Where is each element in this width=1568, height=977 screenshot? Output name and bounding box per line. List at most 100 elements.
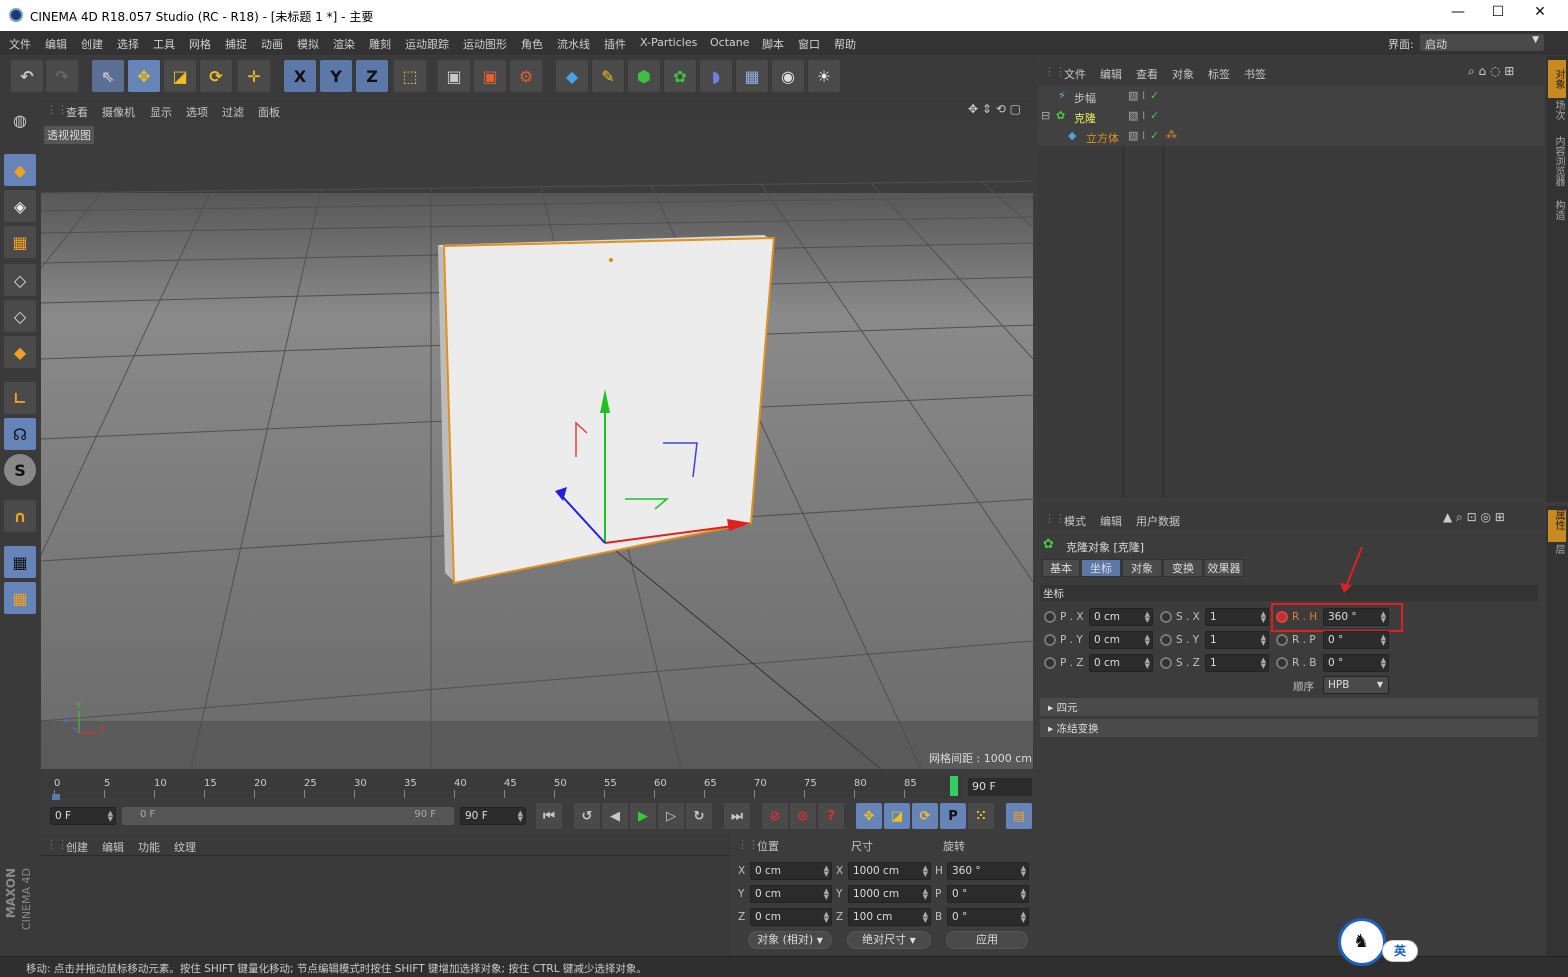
light-icon[interactable]: ☀ [808,60,840,92]
deformer-icon[interactable]: ◗ [700,60,732,92]
timeline-playhead[interactable] [950,776,958,796]
side-tab-objects[interactable]: 对象 [1548,60,1566,98]
rp-keyframe-radio[interactable] [1276,634,1288,646]
om-menu-view[interactable]: 查看 [1136,66,1158,82]
menu-pipeline[interactable]: 流水线 [557,36,590,52]
live-select-icon[interactable]: ✛ [238,60,270,92]
edges-mode-icon[interactable]: ◇ [4,300,36,332]
viewport-menu-options[interactable]: 选项 [186,104,208,120]
cube-primitive-icon[interactable]: ◆ [556,60,588,92]
viewport-menu-filter[interactable]: 过滤 [222,104,244,120]
coord-position-field[interactable]: 0 cm ▲ ▼ [750,862,832,880]
render-view-icon[interactable]: ▣ [438,60,470,92]
pz-keyframe-radio[interactable] [1044,657,1056,669]
render-picture-viewer-icon[interactable]: ▣ [474,60,506,92]
sy-keyframe-radio[interactable] [1160,634,1172,646]
py-keyframe-radio[interactable] [1044,634,1056,646]
object-name[interactable]: 克隆 [1074,110,1096,126]
undo-icon[interactable]: ↶ [11,60,43,92]
coord-size-field[interactable]: 1000 cm ▲ ▼ [848,862,931,880]
minimize-button[interactable]: — [1438,4,1478,26]
ime-avatar[interactable]: ♞ [1338,918,1386,966]
menu-octane[interactable]: Octane [710,36,750,49]
workplane-align-icon[interactable]: ▦ [4,582,36,614]
group-quaternion[interactable]: ▸ 四元 [1040,698,1538,716]
make-editable-icon[interactable]: ◍ [4,104,36,136]
side-tab-structure[interactable]: 构造 [1548,200,1566,230]
tab-effectors[interactable]: 效果器 [1204,559,1244,577]
next-key-icon[interactable]: ↻ [686,803,712,829]
solo-button[interactable]: S [4,454,36,486]
play-icon[interactable]: ▶ [630,803,656,829]
enable-axis-icon[interactable]: ∟ [4,382,36,414]
rb-field[interactable]: 0 ° ▲ ▼ [1323,654,1389,672]
viewport-menu-panel[interactable]: 面板 [258,104,280,120]
enabled-check-icon[interactable]: ✓ [1150,109,1159,122]
mat-menu-create[interactable]: 创建 [66,839,88,855]
viewport-nav-icons[interactable]: ✥ ⇕ ⟲ ▢ [968,102,1021,116]
close-button[interactable]: ✕ [1520,4,1560,26]
menu-animate[interactable]: 动画 [261,36,283,52]
px-field[interactable]: 0 cm ▲ ▼ [1089,608,1153,626]
side-tab-takes[interactable]: 场次 [1548,100,1566,134]
points-mode-icon[interactable]: ◇ [4,264,36,296]
sy-field[interactable]: 1 ▲ ▼ [1205,631,1269,649]
key-pla-icon[interactable]: ⁙ [968,803,994,829]
coord-rotation-field[interactable]: 0 ° ▲ ▼ [947,885,1029,903]
select-tool-icon[interactable]: ⇖ [92,60,124,92]
attr-menu-edit[interactable]: 编辑 [1100,513,1122,529]
tweak-mode-icon[interactable]: ☊ [4,418,36,450]
menu-mesh[interactable]: 网格 [189,36,211,52]
px-keyframe-radio[interactable] [1044,611,1056,623]
tab-coord[interactable]: 坐标 [1081,559,1121,577]
menu-script[interactable]: 脚本 [762,36,784,52]
menu-create[interactable]: 创建 [81,36,103,52]
key-rotation-icon[interactable]: ⟳ [912,803,938,829]
view-name-label[interactable]: 透视视图 [44,126,94,144]
start-frame-field[interactable]: 0 F ▲ ▼ [50,807,116,825]
om-search-icons[interactable]: ⌕ ⌂ ◌ ⊞ [1468,64,1514,79]
coord-mode-object-select[interactable]: 对象 (相对) ▼ [748,931,832,949]
visibility-icon[interactable]: ▧ ⁞ [1128,109,1145,122]
range-slider[interactable]: 0 F 90 F [122,807,454,825]
side-tab-attributes[interactable]: 属性 [1548,510,1566,542]
keyframe-selection-icon[interactable]: ? [818,803,844,829]
menu-render[interactable]: 渲染 [333,36,355,52]
object-name[interactable]: 步幅 [1074,90,1096,106]
attr-nav-icons[interactable]: ▲ ⌕ ⊡ ◎ ⊞ [1443,510,1505,525]
current-frame-field[interactable]: 90 F [968,778,1032,796]
om-menu-tags[interactable]: 标签 [1208,66,1230,82]
side-tab-layers[interactable]: 层 [1548,544,1566,564]
menu-character[interactable]: 角色 [521,36,543,52]
camera-icon[interactable]: ◉ [772,60,804,92]
tab-object[interactable]: 对象 [1122,559,1162,577]
sz-keyframe-radio[interactable] [1160,657,1172,669]
enabled-check-icon[interactable]: ✓ [1150,129,1159,142]
material-tag-icon[interactable]: ⁂ [1166,128,1177,141]
menu-file[interactable]: 文件 [9,36,31,52]
menu-edit[interactable]: 编辑 [45,36,67,52]
key-parameter-icon[interactable]: P [940,803,966,829]
menu-xparticles[interactable]: X-Particles [640,36,697,49]
floor-environment-icon[interactable]: ▦ [736,60,768,92]
rotate-tool-icon[interactable]: ⟳ [200,60,232,92]
timeline[interactable]: 0 5 10 15 20 25 30 35 40 45 50 55 60 65 70 75 80 85 90 F [40,772,1036,802]
mograph-cloner-icon[interactable]: ✿ [664,60,696,92]
snap-magnet-icon[interactable]: ∩ [4,500,36,532]
x-axis-lock-button[interactable]: X [284,60,316,92]
prev-frame-icon[interactable]: ◀ [602,803,628,829]
ime-lang-badge[interactable]: 英 [1382,940,1418,962]
coordinate-system-icon[interactable]: ⬚ [394,60,426,92]
rh-field[interactable]: 360 ° ▲ ▼ [1323,608,1389,626]
sz-field[interactable]: 1 ▲ ▼ [1205,654,1269,672]
menu-select[interactable]: 选择 [117,36,139,52]
key-position-icon[interactable]: ✥ [856,803,882,829]
visibility-icon[interactable]: ▧ ⁞ [1128,89,1145,102]
mat-menu-function[interactable]: 功能 [138,839,160,855]
coord-mode-size-select[interactable]: 绝对尺寸 ▼ [847,931,931,949]
viewport-menu-view[interactable]: 查看 [66,104,88,120]
tab-transform[interactable]: 变换 [1163,559,1203,577]
object-row[interactable]: ◆ 立方体 ▧ ⁞ ✓ ⁂ [1038,126,1544,146]
object-row[interactable]: ⚡ 步幅 ▧ ⁞ ✓ [1038,86,1544,106]
subdivision-icon[interactable]: ⬢ [628,60,660,92]
